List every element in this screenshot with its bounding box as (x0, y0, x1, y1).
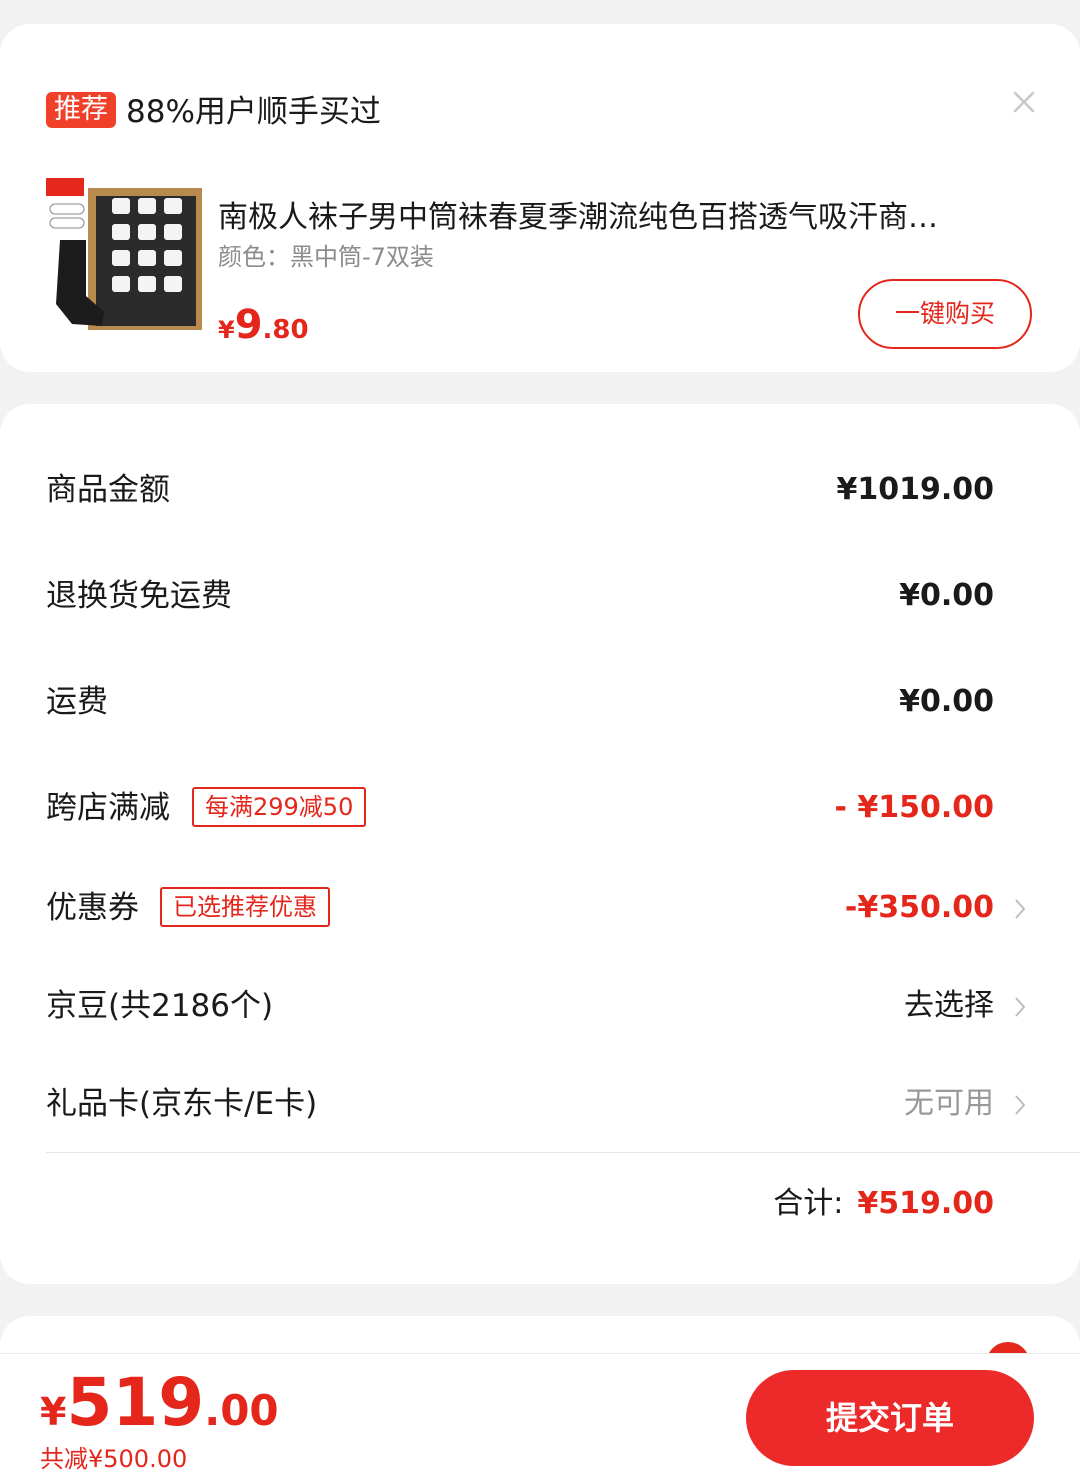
price-integer: 9 (234, 302, 263, 348)
row-label: 运费 (46, 684, 108, 720)
row-label: 退换货免运费 (46, 578, 232, 614)
row-label: 优惠券 (46, 890, 139, 926)
one-click-buy-button[interactable]: 一键购买 (858, 279, 1032, 349)
price-symbol: ¥ (40, 1390, 67, 1434)
row-value: -¥350.00 (844, 890, 994, 925)
submit-order-button[interactable]: 提交订单 (746, 1370, 1034, 1466)
bottom-checkout-bar: ¥519.00 共减¥500.00 提交订单 (0, 1353, 1080, 1482)
row-label: 礼品卡(京东卡/E卡) (46, 1086, 318, 1122)
product-price: ¥9.80 (218, 300, 309, 358)
product-spec: 颜色：黑中筒-7双装 (218, 243, 434, 271)
recommend-title: 88%用户顺手买过 (126, 94, 381, 130)
price-symbol: ¥ (218, 316, 235, 344)
row-cross-store-discount: 跨店满减 每满299减50 - ¥150.00 (46, 778, 1030, 838)
total-saved-text: 共减¥500.00 (40, 1445, 188, 1473)
row-value: 去选择 (904, 988, 994, 1023)
row-jingdou[interactable]: 京豆(共2186个) 去选择 (46, 976, 1030, 1036)
close-icon[interactable] (1010, 88, 1038, 116)
row-label: 商品金额 (46, 472, 170, 508)
total-row: 合计: ¥519.00 (773, 1182, 994, 1226)
row-goods-amount: 商品金额 ¥1019.00 (46, 460, 1030, 520)
row-value: ¥0.00 (899, 578, 994, 613)
discount-rule-tag: 每满299减50 (192, 787, 367, 827)
recommend-tag: 推荐 (46, 92, 116, 128)
total-value: ¥519.00 (857, 1186, 994, 1221)
row-value: ¥1019.00 (836, 472, 994, 507)
row-return-shipping: 退换货免运费 ¥0.00 (46, 566, 1030, 626)
row-label: 跨店满减 (46, 790, 170, 826)
row-value: - ¥150.00 (834, 790, 994, 825)
row-shipping: 运费 ¥0.00 (46, 672, 1030, 732)
divider (46, 1152, 1080, 1153)
row-value: 无可用 (904, 1086, 994, 1121)
row-coupon[interactable]: 优惠券 已选推荐优惠 -¥350.00 (46, 878, 1030, 938)
price-decimal: .00 (204, 1386, 279, 1435)
row-gift-card[interactable]: 礼品卡(京东卡/E卡) 无可用 (46, 1074, 1030, 1134)
checkout-total-price: ¥519.00 (40, 1364, 279, 1441)
chevron-right-icon (1015, 1095, 1026, 1115)
product-name[interactable]: 南极人袜子男中筒袜春夏季潮流纯色百搭透气吸汗商… (218, 198, 1018, 238)
price-integer: 519 (66, 1364, 205, 1441)
row-label: 京豆(共2186个) (46, 988, 274, 1024)
recommend-card: 推荐 88%用户顺手买过 南极人袜子男中筒袜春夏季潮流纯色百搭透气吸汗商… 颜色… (0, 24, 1080, 372)
price-decimal: .80 (262, 315, 309, 345)
chevron-right-icon (1015, 997, 1026, 1017)
row-value: ¥0.00 (899, 684, 994, 719)
total-label: 合计: (773, 1186, 844, 1221)
product-image[interactable] (46, 174, 202, 334)
coupon-selected-tag: 已选推荐优惠 (160, 887, 330, 927)
chevron-right-icon (1015, 899, 1026, 919)
order-summary-card: 商品金额 ¥1019.00 退换货免运费 ¥0.00 运费 ¥0.00 跨店满减… (0, 404, 1080, 1284)
